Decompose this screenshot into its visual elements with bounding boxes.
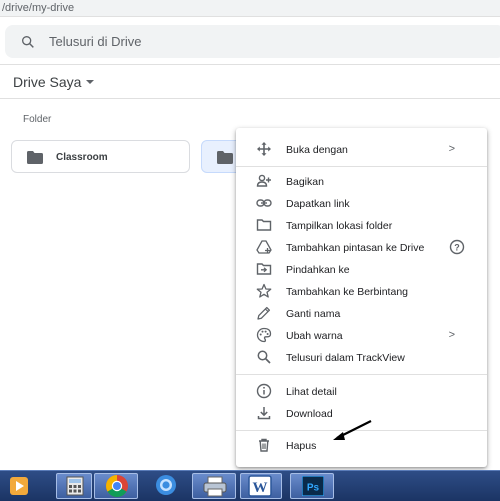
info-icon: [256, 383, 272, 399]
photoshop-icon: Ps: [302, 476, 324, 496]
menu-item-share[interactable]: Bagikan: [236, 172, 487, 192]
folder-icon: [217, 151, 233, 164]
add-shortcut-icon: [256, 240, 272, 254]
word-icon-label: W: [253, 480, 268, 496]
menu-item-move-to[interactable]: Pindahkan ke: [236, 260, 487, 280]
chevron-right-icon: >: [448, 329, 455, 341]
word-icon: W: [248, 475, 272, 497]
menu-item-view-details[interactable]: Lihat detail: [236, 382, 487, 402]
download-icon: [257, 407, 271, 420]
section-label: Folder: [23, 114, 52, 125]
taskbar-app-chrome[interactable]: [94, 473, 138, 499]
move-to-folder-icon: [256, 263, 272, 275]
svg-text:?: ?: [454, 242, 460, 252]
folder-outline-icon: [256, 219, 272, 231]
menu-item-rename[interactable]: Ganti nama: [236, 304, 487, 324]
page-title[interactable]: Drive Saya: [13, 74, 81, 90]
address-bar[interactable]: /drive/my-drive: [0, 0, 500, 17]
menu-item-add-star[interactable]: Tambahkan ke Berbintang: [236, 282, 487, 302]
link-icon: [256, 199, 272, 207]
photoshop-icon-label: Ps: [307, 483, 320, 494]
header-divider: [0, 64, 500, 65]
chevron-right-icon: >: [448, 143, 455, 155]
menu-divider: [236, 166, 487, 167]
menu-item-get-link[interactable]: Dapatkan link: [236, 194, 487, 214]
menu-divider: [236, 374, 487, 375]
taskbar-app-photoshop[interactable]: Ps: [290, 473, 334, 499]
taskbar-app-media[interactable]: [4, 473, 34, 499]
taskbar-app-browser[interactable]: [146, 473, 186, 499]
media-player-icon: [10, 477, 28, 495]
pencil-icon: [257, 306, 271, 320]
menu-item-change-color[interactable]: Ubah warna >: [236, 326, 487, 346]
browser-icon: [156, 475, 176, 495]
trash-icon: [259, 438, 269, 452]
search-icon: [257, 350, 271, 364]
menu-item-search-in[interactable]: Telusuri dalam TrackView: [236, 348, 487, 368]
url-text: /drive/my-drive: [2, 2, 75, 14]
context-menu: Buka dengan > Bagikan Dapatkan link Tamp…: [236, 128, 487, 467]
calculator-icon: [66, 476, 84, 496]
search-icon: [21, 36, 34, 48]
annotation-arrow-icon: [333, 420, 372, 440]
taskbar: W Ps: [0, 470, 500, 501]
folder-icon: [27, 151, 43, 164]
printer-icon: [203, 476, 227, 497]
move-icon: [257, 142, 271, 156]
taskbar-app-calculator[interactable]: [56, 473, 92, 499]
help-icon[interactable]: ?: [449, 239, 465, 255]
menu-item-show-folder-location[interactable]: Tampilkan lokasi folder: [236, 216, 487, 236]
search-input[interactable]: Telusuri di Drive: [49, 34, 141, 49]
share-person-add-icon: [256, 174, 271, 187]
palette-icon: [256, 327, 272, 343]
taskbar-app-printer[interactable]: [192, 473, 236, 499]
menu-item-add-shortcut[interactable]: Tambahkan pintasan ke Drive ?: [236, 238, 487, 258]
chevron-down-icon[interactable]: [86, 80, 94, 84]
folder-name: Classroom: [56, 152, 108, 163]
taskbar-app-word[interactable]: W: [240, 473, 282, 499]
star-outline-icon: [256, 283, 272, 298]
chrome-icon: [106, 475, 128, 497]
folder-card[interactable]: Classroom: [11, 140, 190, 173]
search-box[interactable]: Telusuri di Drive: [5, 25, 500, 58]
toolbar-divider: [0, 98, 500, 99]
menu-item-open-with[interactable]: Buka dengan >: [236, 140, 487, 160]
